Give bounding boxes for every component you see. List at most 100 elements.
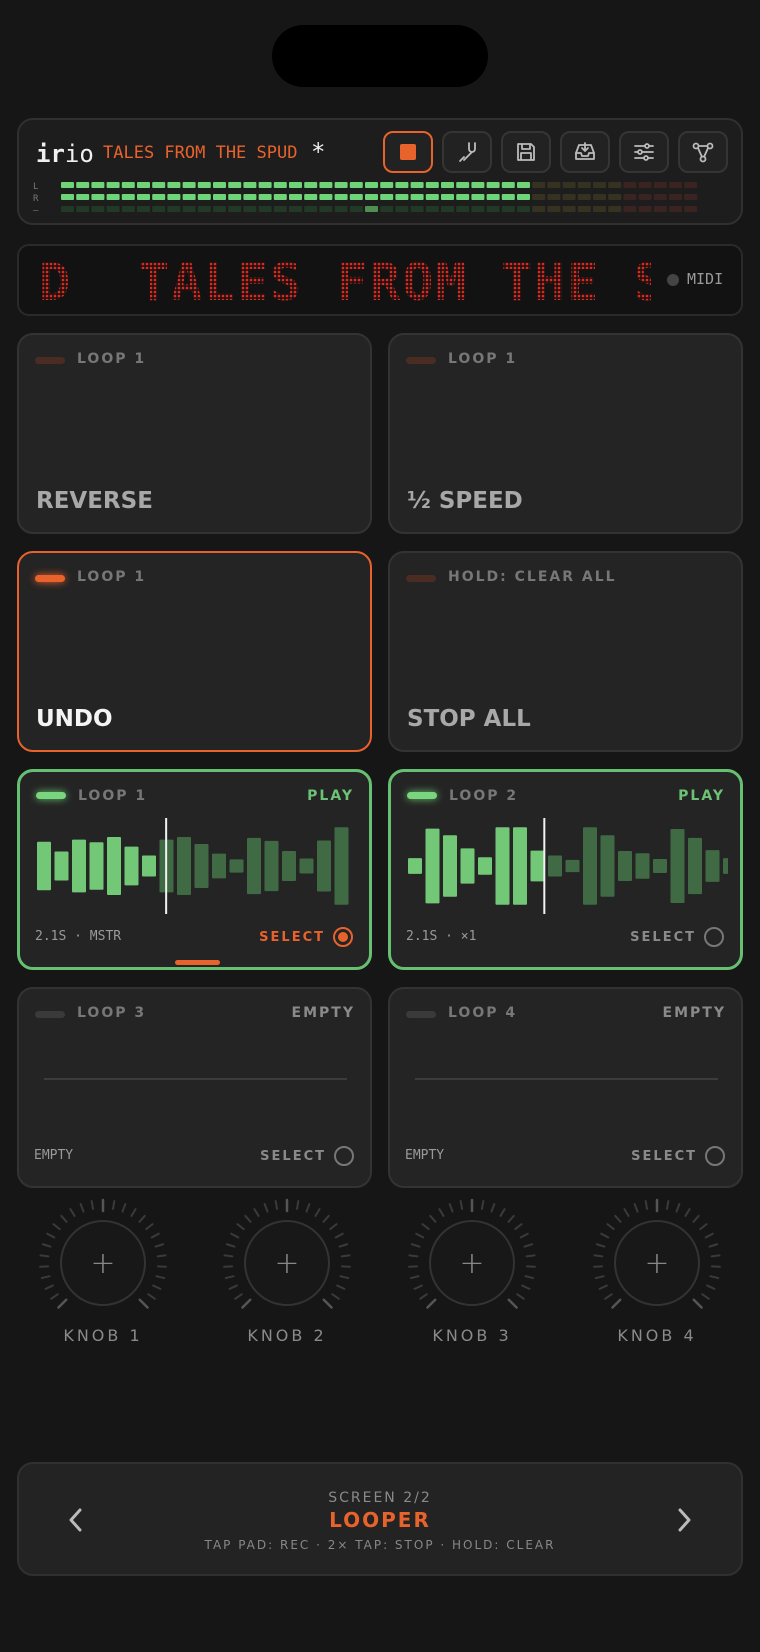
knob-tick (314, 1208, 321, 1217)
meter-segment (608, 206, 622, 212)
knob-tick (600, 1232, 610, 1239)
meter-segment (623, 182, 637, 188)
pad-stop-all[interactable]: HOLD: CLEAR ALL STOP ALL (388, 551, 743, 752)
loop-led (406, 1011, 436, 1018)
knob-tick (525, 1254, 536, 1258)
knob-tick (604, 1293, 613, 1300)
knob-tick (507, 1298, 518, 1309)
unsaved-indicator: * (311, 138, 326, 166)
meter-segment (410, 206, 424, 212)
pad-reverse[interactable]: LOOP 1 REVERSE (17, 333, 372, 534)
select-radio[interactable] (704, 927, 724, 947)
meter-segment (441, 182, 454, 188)
knob-4[interactable]: + (590, 1196, 724, 1330)
meter-segment (471, 194, 485, 200)
meter-segment (258, 206, 272, 212)
tuner-button[interactable] (442, 131, 492, 173)
waveform-bar (89, 842, 104, 890)
meter-segment (319, 182, 333, 188)
mixer-settings-button[interactable] (619, 131, 669, 173)
waveform-bar (425, 828, 440, 904)
knob-2[interactable]: + (220, 1196, 354, 1330)
meter-segment (471, 182, 485, 188)
waveform-bar (513, 827, 527, 905)
select-toggle[interactable]: SELECT (260, 1146, 354, 1166)
meter-segment (76, 194, 90, 200)
knob-tick (595, 1243, 606, 1248)
select-radio[interactable] (333, 927, 353, 947)
plus-icon[interactable]: + (429, 1220, 515, 1306)
meter-segment (106, 194, 120, 200)
knob-tick (623, 1208, 630, 1217)
meter-segment (684, 194, 698, 200)
waveform-bar (548, 855, 562, 877)
knob-tick (516, 1293, 525, 1300)
meter-segment (304, 206, 318, 212)
waveform-bar (282, 851, 296, 881)
knob-tick (459, 1200, 464, 1210)
knob-tick (60, 1214, 68, 1223)
knob-3[interactable]: + (405, 1196, 539, 1330)
loop-pad-3[interactable]: LOOP 3 EMPTY EMPTY SELECT (17, 987, 372, 1188)
loop-info: 2.1S · ×1 (406, 929, 477, 944)
loop-pad-4[interactable]: LOOP 4 EMPTY EMPTY SELECT (388, 987, 743, 1188)
routing-button[interactable] (678, 131, 728, 173)
knob-tick (230, 1232, 240, 1239)
meter-segment (653, 182, 667, 188)
camera-island (272, 25, 488, 87)
meter-segment (425, 206, 439, 212)
knob-tick (408, 1254, 419, 1258)
select-toggle[interactable]: SELECT (631, 1146, 725, 1166)
select-radio[interactable] (705, 1146, 725, 1166)
loop-info: EMPTY (405, 1148, 445, 1163)
plus-icon[interactable]: + (60, 1220, 146, 1306)
pad-led (406, 575, 436, 582)
pad-title: ½ SPEED (407, 488, 523, 514)
pad-undo[interactable]: LOOP 1 UNDO (17, 551, 372, 752)
meter-segment (273, 206, 287, 212)
meter-segment (182, 182, 196, 188)
meter-segment (547, 182, 561, 188)
meter-segment (349, 182, 363, 188)
meter-segment (638, 206, 652, 212)
loop-pad-2[interactable]: LOOP 2 PLAY 2.1S · ×1 SELECT (388, 769, 743, 970)
select-toggle[interactable]: SELECT (259, 927, 353, 947)
meter-segment (501, 182, 515, 188)
pad-tag: LOOP 1 (448, 351, 518, 367)
meter-segment (289, 182, 302, 188)
stop-button[interactable] (383, 131, 433, 173)
knob-tick (523, 1243, 534, 1248)
meter-segment (213, 206, 226, 212)
knob-tick (421, 1223, 430, 1231)
knob-tick (111, 1200, 116, 1210)
import-button[interactable] (560, 131, 610, 173)
meter-segment (273, 182, 287, 188)
plus-icon[interactable]: + (244, 1220, 330, 1306)
select-radio[interactable] (334, 1146, 354, 1166)
pad-half-speed[interactable]: LOOP 1 ½ SPEED (388, 333, 743, 534)
meter-segment (228, 182, 242, 188)
loop-led (407, 792, 437, 799)
next-screen-button[interactable] (662, 1498, 706, 1542)
save-button[interactable] (501, 131, 551, 173)
knob-1[interactable]: + (36, 1196, 170, 1330)
waveform-bar (600, 835, 615, 897)
knob-tick (415, 1232, 425, 1239)
knob-tick (40, 1275, 51, 1280)
waveform[interactable] (37, 816, 357, 916)
loop-state: EMPTY (662, 1005, 726, 1021)
meter-segment (593, 182, 606, 188)
project-name[interactable]: TALES FROM THE SPUD (103, 143, 297, 163)
loop-pad-1[interactable]: LOOP 1 PLAY 2.1S · MSTR SELECT (17, 769, 372, 970)
meter-segment (121, 182, 135, 188)
waveform[interactable] (408, 816, 728, 916)
marquee-text: D TALES FROM THE S (37, 254, 651, 310)
knob-tick (426, 1298, 437, 1309)
knob-tick (44, 1284, 54, 1290)
plus-icon[interactable]: + (614, 1220, 700, 1306)
knob-tick (338, 1243, 349, 1248)
tuning-fork-icon (459, 142, 476, 162)
empty-waveform-line (415, 1078, 718, 1080)
select-toggle[interactable]: SELECT (630, 927, 724, 947)
meter-segment (182, 194, 196, 200)
